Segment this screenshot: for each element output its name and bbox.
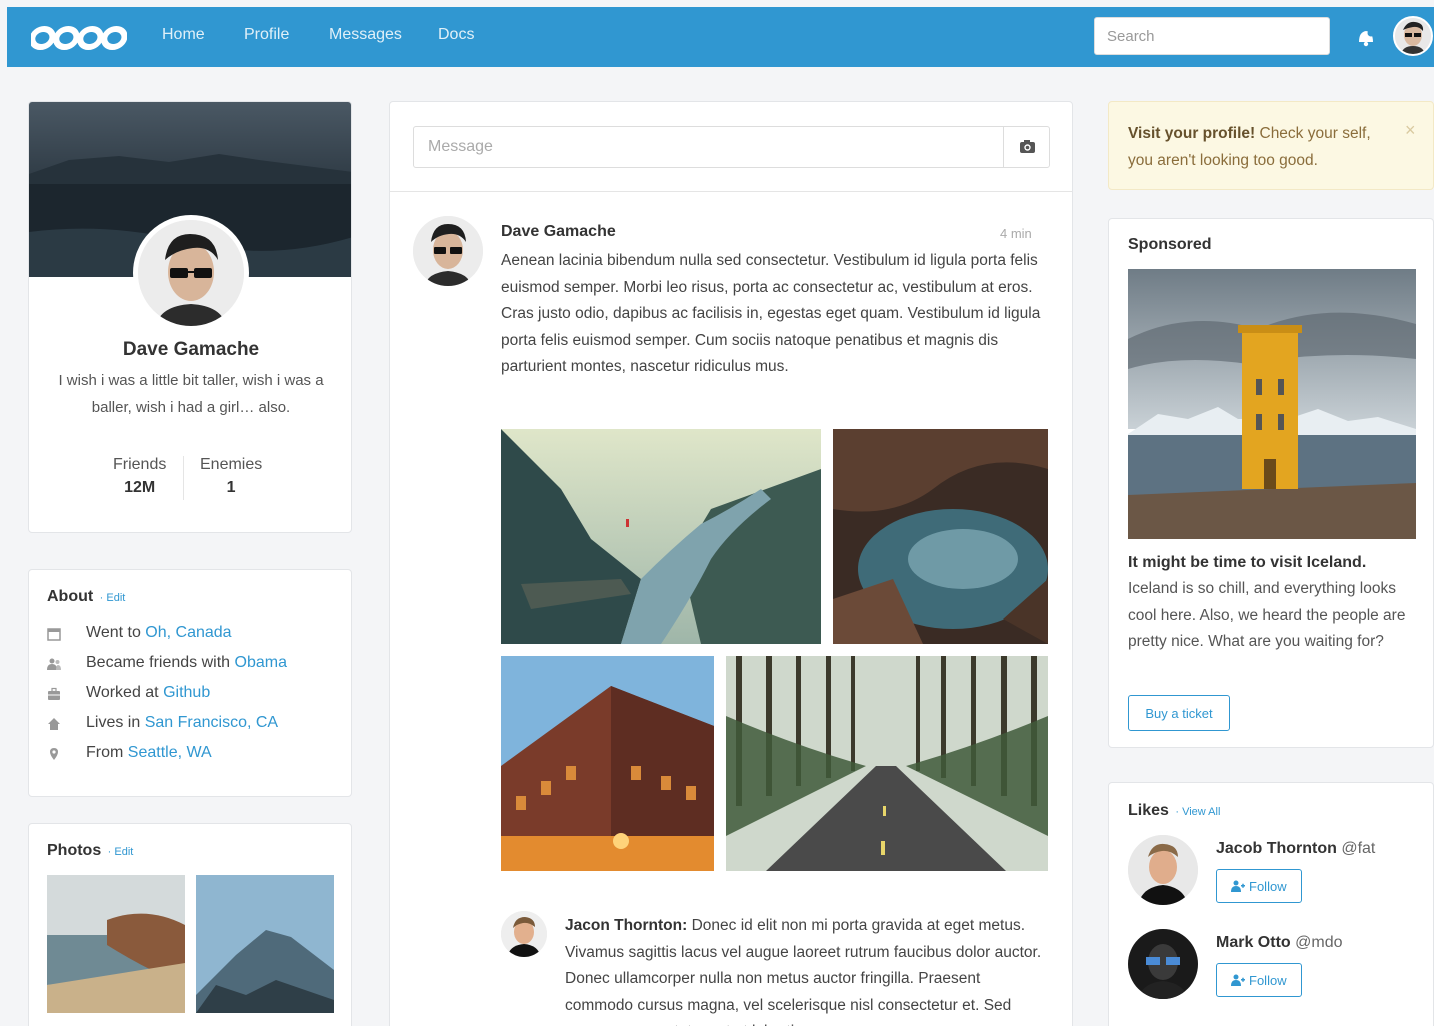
about-edit-link[interactable]: · Edit bbox=[100, 592, 126, 604]
user-avatar[interactable] bbox=[1393, 16, 1433, 56]
follow-button-jacob[interactable]: Follow bbox=[1216, 869, 1302, 903]
profile-avatar[interactable] bbox=[133, 215, 249, 331]
about-item-link[interactable]: San Francisco, CA bbox=[145, 714, 278, 731]
about-item-link[interactable]: Seattle, WA bbox=[128, 744, 212, 761]
follow-label: Follow bbox=[1249, 878, 1287, 894]
photo-thumb-mountain[interactable] bbox=[196, 875, 334, 1013]
about-item-link[interactable]: Obama bbox=[235, 654, 287, 671]
feed-card: Dave Gamache 4 min Aenean lacinia bibend… bbox=[389, 101, 1073, 1026]
reply-body: Jacon Thornton: Donec id elit non mi por… bbox=[565, 913, 1045, 1026]
friends-stat[interactable]: Friends 12M bbox=[113, 456, 166, 497]
divider bbox=[390, 191, 1072, 192]
post-image-building[interactable] bbox=[501, 656, 714, 871]
about-item-text: Worked at bbox=[86, 684, 164, 701]
post-author-avatar[interactable] bbox=[413, 216, 483, 286]
sponsored-headline[interactable]: It might be time to visit Iceland. bbox=[1128, 554, 1366, 572]
alert-strong: Visit your profile! bbox=[1128, 125, 1256, 142]
sponsored-body: Iceland is so chill, and everything look… bbox=[1128, 580, 1406, 650]
location-icon bbox=[50, 748, 58, 760]
friends-label: Friends bbox=[113, 456, 167, 473]
profile-alert: Visit your profile! Check your self, you… bbox=[1108, 101, 1434, 190]
photos-edit-link[interactable]: · Edit bbox=[108, 846, 134, 858]
stats-divider bbox=[183, 456, 184, 500]
about-item-text: Went to bbox=[86, 624, 146, 641]
sponsored-image[interactable] bbox=[1128, 269, 1416, 539]
navbar: Home Profile Messages Docs bbox=[7, 7, 1434, 67]
about-item-text: Became friends with bbox=[86, 654, 235, 671]
about-item-link[interactable]: Github bbox=[163, 684, 210, 701]
like-fullname: Mark Otto bbox=[1216, 934, 1291, 951]
sponsored-card: Sponsored It might be time to visit Icel… bbox=[1108, 218, 1434, 748]
photo-thumb-beach[interactable] bbox=[47, 875, 185, 1013]
brand-logo[interactable] bbox=[31, 23, 127, 53]
add-user-icon bbox=[1231, 974, 1246, 986]
alert-message: Visit your profile! Check your self, you… bbox=[1128, 120, 1398, 174]
nav-profile[interactable]: Profile bbox=[244, 26, 289, 44]
nav-docs[interactable]: Docs bbox=[438, 26, 474, 44]
enemies-label: Enemies bbox=[200, 456, 263, 473]
attach-photo-button[interactable] bbox=[1003, 127, 1049, 167]
likes-title: Likes · View All bbox=[1128, 802, 1220, 820]
enemies-count: 1 bbox=[226, 479, 236, 496]
camera-icon bbox=[1020, 140, 1035, 153]
post-author-name[interactable]: Dave Gamache bbox=[501, 223, 616, 241]
search-input[interactable] bbox=[1094, 17, 1330, 55]
like-handle: @fat bbox=[1341, 840, 1376, 857]
buy-ticket-button[interactable]: Buy a ticket bbox=[1128, 695, 1230, 731]
message-composer bbox=[413, 126, 1050, 168]
sponsored-title: Sponsored bbox=[1128, 236, 1212, 253]
like-avatar-mark[interactable] bbox=[1128, 929, 1198, 999]
like-fullname: Jacob Thornton bbox=[1216, 840, 1337, 857]
post-timestamp: 4 min bbox=[1000, 226, 1032, 241]
briefcase-icon bbox=[48, 687, 60, 700]
photos-title: Photos · Edit bbox=[47, 842, 133, 860]
profile-card: Dave Gamache I wish i was a little bit t… bbox=[28, 101, 352, 533]
follow-button-mark[interactable]: Follow bbox=[1216, 963, 1302, 997]
like-name-jacob[interactable]: Jacob Thornton @fat bbox=[1216, 840, 1375, 858]
profile-bio: I wish i was a little bit taller, wish i… bbox=[58, 372, 324, 416]
reply-author-avatar[interactable] bbox=[501, 911, 547, 957]
notifications-icon[interactable] bbox=[1355, 26, 1377, 48]
about-item-link[interactable]: Oh, Canada bbox=[145, 624, 231, 641]
photos-card: Photos · Edit bbox=[28, 823, 352, 1026]
about-title-text: About bbox=[47, 588, 94, 605]
photos-title-text: Photos bbox=[47, 842, 102, 859]
nav-home[interactable]: Home bbox=[162, 26, 205, 44]
post-image-road[interactable] bbox=[726, 656, 1048, 871]
about-item-text: Lives in bbox=[86, 714, 145, 731]
likes-title-text: Likes bbox=[1128, 802, 1169, 819]
profile-name[interactable]: Dave Gamache bbox=[29, 339, 351, 361]
about-title: About · Edit bbox=[47, 588, 125, 606]
post-body: Aenean lacinia bibendum nulla sed consec… bbox=[501, 252, 1041, 375]
post-image-cave[interactable] bbox=[833, 429, 1048, 644]
calendar-icon bbox=[47, 628, 61, 641]
friends-count: 12M bbox=[124, 479, 156, 496]
post-image-fjord[interactable] bbox=[501, 429, 821, 644]
like-name-mark[interactable]: Mark Otto @mdo bbox=[1216, 934, 1343, 952]
home-icon bbox=[48, 718, 60, 730]
message-input[interactable] bbox=[414, 127, 1002, 167]
users-icon bbox=[47, 658, 61, 670]
likes-card: Likes · View All Jacob Thornton @fat Fol… bbox=[1108, 782, 1434, 1026]
follow-label: Follow bbox=[1249, 972, 1287, 988]
add-user-icon bbox=[1231, 880, 1246, 892]
like-avatar-jacob[interactable] bbox=[1128, 835, 1198, 905]
nav-messages[interactable]: Messages bbox=[329, 26, 402, 44]
likes-view-all-link[interactable]: · View All bbox=[1175, 806, 1220, 818]
like-handle: @mdo bbox=[1295, 934, 1343, 951]
close-icon[interactable]: × bbox=[1405, 120, 1416, 141]
enemies-stat[interactable]: Enemies 1 bbox=[200, 456, 262, 497]
about-item-text: From bbox=[86, 744, 128, 761]
about-card: About · Edit Went to Oh, Canada Became f… bbox=[28, 569, 352, 797]
reply-author-name[interactable]: Jacon Thornton: bbox=[565, 917, 687, 934]
